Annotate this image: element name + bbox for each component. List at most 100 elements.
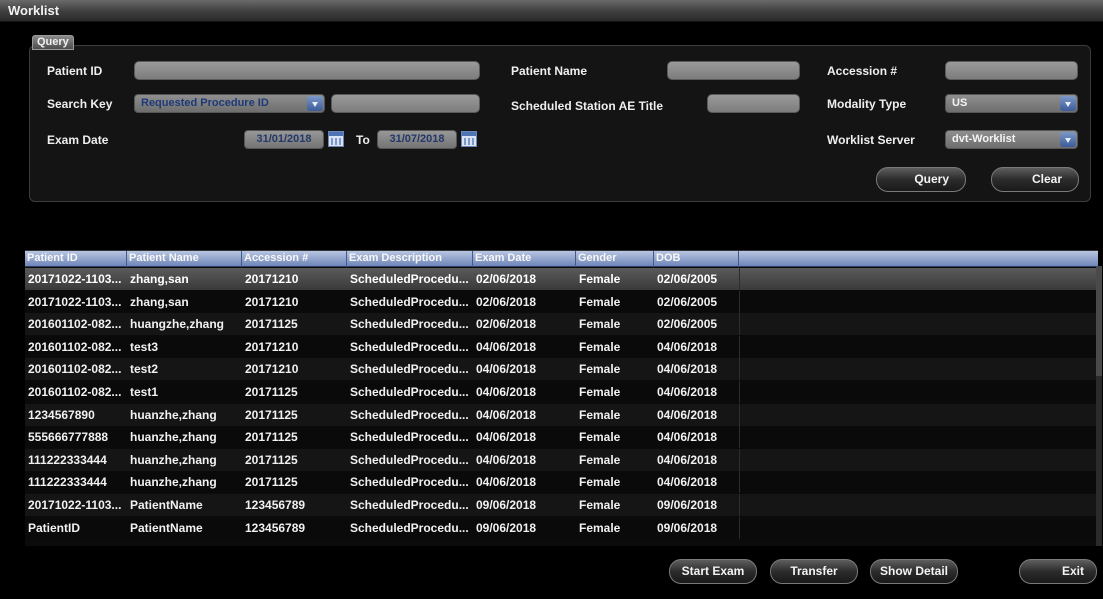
scheduled-ae-title-input[interactable] — [707, 94, 800, 113]
cell-exam-date: 04/06/2018 — [476, 362, 537, 377]
column-header-exam-description[interactable]: Exam Description — [347, 251, 473, 267]
calendar-icon[interactable] — [328, 131, 344, 147]
column-header-exam-date[interactable]: Exam Date — [473, 251, 576, 267]
table-header: Patient ID Patient Name Accession # Exam… — [25, 251, 1098, 267]
cell-patient-id: 1234567890 — [28, 407, 95, 422]
column-divider — [739, 335, 740, 358]
cell-exam-description: ScheduledProcedu... — [350, 475, 469, 490]
chevron-down-icon[interactable] — [307, 96, 323, 111]
cell-exam-description: ScheduledProcedu... — [350, 294, 469, 309]
accession-label: Accession # — [827, 64, 898, 78]
search-key-input[interactable] — [331, 94, 480, 113]
modality-type-label: Modality Type — [827, 97, 907, 111]
cell-accession: 123456789 — [245, 520, 306, 535]
cell-accession: 20171125 — [245, 452, 298, 467]
cell-accession: 20171210 — [245, 272, 299, 286]
window-titlebar: Worklist — [0, 0, 1103, 22]
calendar-icon[interactable] — [461, 131, 477, 147]
cell-patient-id: 20171022-1103... — [28, 294, 122, 309]
cell-exam-date: 02/06/2018 — [476, 317, 537, 332]
table-row[interactable]: 20171022-1103... zhang,san 20171210 Schedul… — [25, 290, 1098, 313]
patient-id-input[interactable] — [134, 61, 480, 80]
table-row[interactable]: 111222333444 huanzhe,zhang 20171125 Schedul… — [25, 448, 1098, 471]
exam-date-to-input[interactable]: 31/07/2018 — [377, 130, 457, 149]
cell-exam-date: 04/06/2018 — [476, 407, 537, 422]
table-scrollbar[interactable] — [1096, 266, 1102, 546]
window-title: Worklist — [8, 3, 60, 18]
cell-patient-name: PatientName — [130, 520, 203, 535]
search-key-value: Requested Procedure ID — [141, 97, 269, 109]
cell-exam-date: 09/06/2018 — [476, 498, 537, 512]
cell-gender: Female — [579, 407, 621, 422]
chevron-down-icon[interactable] — [1060, 96, 1076, 111]
table-row[interactable]: PatientID PatientName 123456789 ScheduledPr… — [25, 516, 1098, 539]
table-row[interactable]: 111222333444 huanzhe,zhang 20171125 Schedul… — [25, 471, 1098, 494]
table-row[interactable]: 201601102-082... huangzhe,zhang 20171125 Sc… — [25, 313, 1098, 336]
column-divider — [739, 426, 740, 449]
accession-input[interactable] — [945, 61, 1078, 80]
column-divider — [739, 448, 740, 471]
column-divider — [739, 403, 740, 426]
cell-patient-id: PatientID — [28, 520, 81, 535]
patient-name-input[interactable] — [667, 61, 800, 80]
cell-accession: 20171125 — [245, 430, 298, 445]
cell-patient-id: 555666777888 — [28, 430, 109, 445]
table-row[interactable]: 1234567890 huanzhe,zhang 20171125 Scheduled… — [25, 403, 1098, 426]
table-row[interactable]: 201601102-082... test3 20171210 ScheduledPr… — [25, 335, 1098, 358]
cell-exam-date: 02/06/2018 — [476, 272, 537, 286]
table-row[interactable]: 555666777888 huanzhe,zhang 20171125 Schedul… — [25, 426, 1098, 449]
table-row[interactable]: 20171022-1103... zhang,san 20171210 Schedul… — [25, 268, 1098, 290]
exit-button[interactable]: Exit — [1019, 559, 1097, 584]
worklist-server-select[interactable]: dvt-Worklist — [945, 130, 1078, 149]
exam-date-from-input[interactable]: 31/01/2018 — [244, 130, 324, 149]
cell-dob: 02/06/2005 — [657, 272, 718, 286]
transfer-button[interactable]: Transfer — [770, 559, 858, 584]
cell-dob: 04/06/2018 — [657, 475, 718, 490]
table-row[interactable]: 20171022-1103... PatientName 123456789 Sche… — [25, 494, 1098, 516]
cell-patient-id: 111222333444 — [28, 475, 107, 490]
cell-patient-id: 20171022-1103... — [28, 272, 122, 286]
cell-exam-description: ScheduledProcedu... — [350, 407, 469, 422]
cell-gender: Female — [579, 362, 621, 377]
cell-patient-name: PatientName — [130, 498, 203, 512]
chevron-down-icon[interactable] — [1060, 132, 1076, 147]
cell-gender: Female — [579, 475, 621, 490]
cell-gender: Female — [579, 317, 621, 332]
search-key-select[interactable]: Requested Procedure ID — [134, 94, 325, 113]
cell-exam-description: ScheduledProcedu... — [350, 362, 469, 377]
query-button[interactable]: Query — [876, 167, 966, 192]
cell-dob: 04/06/2018 — [657, 452, 718, 467]
cell-dob: 09/06/2018 — [657, 520, 718, 535]
column-divider — [739, 358, 740, 381]
cell-patient-name: test2 — [130, 362, 159, 377]
clear-button[interactable]: Clear — [991, 167, 1079, 192]
cell-patient-name: test1 — [130, 385, 159, 399]
modality-type-select[interactable]: US — [945, 94, 1078, 113]
cell-accession: 20171125 — [245, 407, 298, 422]
worklist-table: Patient ID Patient Name Accession # Exam… — [25, 250, 1098, 546]
column-divider — [739, 381, 740, 403]
scrollbar-thumb[interactable] — [1096, 266, 1102, 376]
column-header-patient-id[interactable]: Patient ID — [25, 251, 127, 267]
cell-gender: Female — [579, 452, 621, 467]
cell-exam-description: ScheduledProcedu... — [350, 520, 469, 535]
table-row[interactable]: 201601102-082... test2 20171210 ScheduledPr… — [25, 358, 1098, 381]
cell-dob: 04/06/2018 — [657, 362, 718, 377]
column-divider — [739, 516, 740, 539]
table-row[interactable]: 201601102-082... test1 20171125 ScheduledPr… — [25, 381, 1098, 403]
column-header-gender[interactable]: Gender — [576, 251, 654, 267]
column-header-accession[interactable]: Accession # — [242, 251, 347, 267]
start-exam-button[interactable]: Start Exam — [669, 559, 757, 584]
cell-dob: 04/06/2018 — [657, 385, 718, 399]
column-header-dob[interactable]: DOB — [654, 251, 739, 267]
show-detail-button[interactable]: Show Detail — [870, 559, 958, 584]
cell-exam-date: 02/06/2018 — [476, 294, 537, 309]
cell-dob: 02/06/2005 — [657, 294, 718, 309]
cell-gender: Female — [579, 520, 621, 535]
column-header-patient-name[interactable]: Patient Name — [127, 251, 242, 267]
column-divider — [739, 313, 740, 336]
column-divider — [739, 268, 740, 290]
exam-date-label: Exam Date — [47, 133, 109, 147]
cell-exam-date: 09/06/2018 — [476, 520, 537, 535]
search-key-label: Search Key — [47, 97, 113, 111]
